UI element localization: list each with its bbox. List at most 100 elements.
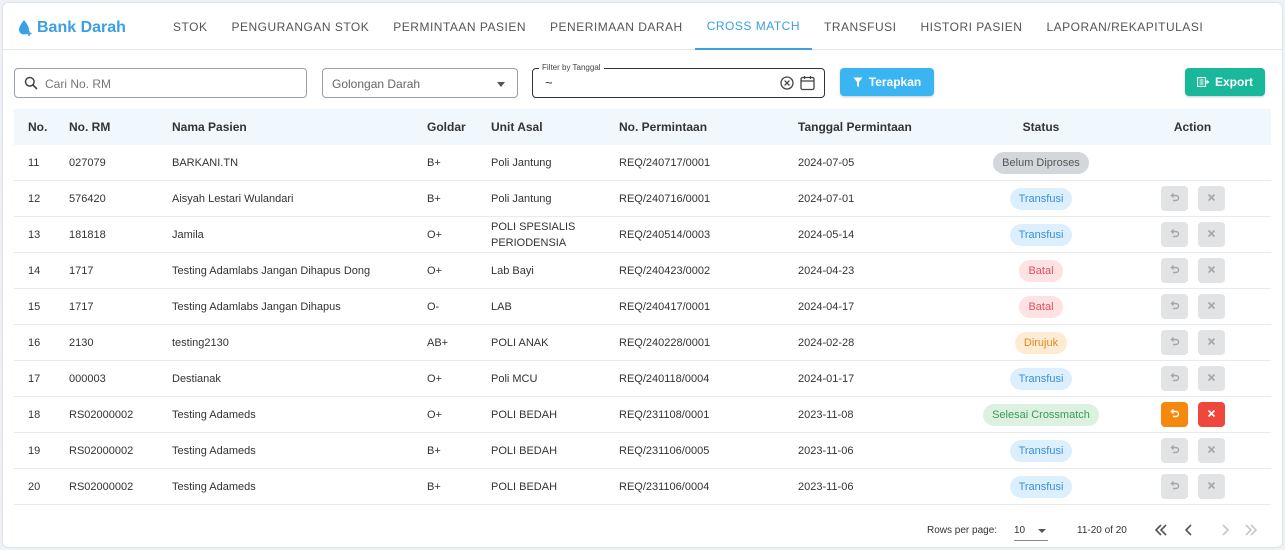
cell-no: 11: [28, 156, 40, 169]
tab-permintaan-pasien[interactable]: PERMINTAAN PASIEN: [381, 3, 538, 50]
pagination: Rows per page: 10 11-20 of 20: [3, 515, 1282, 545]
table-row: 14 1717 Testing Adamlabs Jangan Dihapus Do…: [14, 253, 1271, 289]
undo-button[interactable]: [1160, 402, 1188, 427]
delete-button[interactable]: [1197, 474, 1225, 499]
filter-icon: [853, 77, 863, 87]
cell-no: 18: [28, 408, 41, 421]
undo-button[interactable]: [1160, 294, 1188, 319]
cell-status: Transfusi: [968, 439, 1114, 462]
header-no-rm[interactable]: No. RM: [69, 120, 172, 134]
cell-tanggal-permintaan: 2024-04-23: [798, 264, 855, 277]
undo-button[interactable]: [1160, 258, 1188, 283]
header-tanggal-permintaan[interactable]: Tanggal Permintaan: [798, 120, 968, 134]
cell-goldar: O+: [427, 228, 442, 241]
cell-no-permintaan: REQ/240716/0001: [619, 192, 711, 205]
cell-no-rm: RS02000002: [69, 480, 134, 493]
cell-no: 15: [28, 300, 41, 313]
delete-button[interactable]: [1197, 330, 1225, 355]
delete-button[interactable]: [1197, 222, 1225, 247]
apply-filter-button[interactable]: Terapkan: [840, 68, 934, 96]
app-brand[interactable]: Bank Darah: [17, 19, 126, 37]
table-header: No. No. RM Nama Pasien Goldar Unit Asal …: [14, 109, 1271, 145]
cell-goldar: O-: [427, 300, 440, 313]
cell-goldar: B+: [427, 156, 441, 169]
clear-circle-icon[interactable]: [780, 76, 794, 90]
tab-histori-pasien[interactable]: HISTORI PASIEN: [909, 3, 1035, 50]
delete-button[interactable]: [1197, 438, 1225, 463]
tab-cross-match[interactable]: CROSS MATCH: [694, 3, 812, 50]
status-badge: Transfusi: [1009, 367, 1073, 390]
undo-button[interactable]: [1160, 438, 1188, 463]
previous-page-icon[interactable]: [1181, 522, 1197, 538]
cell-tanggal-permintaan: 2023-11-06: [798, 444, 854, 457]
undo-icon: [1169, 264, 1180, 278]
status-badge: Transfusi: [1009, 475, 1073, 498]
undo-button[interactable]: [1160, 474, 1188, 499]
rows-per-page-value: 10: [1014, 525, 1026, 536]
next-page-icon[interactable]: [1217, 522, 1233, 538]
undo-button[interactable]: [1160, 330, 1188, 355]
last-page-icon[interactable]: [1243, 522, 1259, 538]
golongan-darah-select[interactable]: Golongan Darah: [322, 68, 518, 98]
export-button[interactable]: Export: [1185, 68, 1265, 96]
header-status[interactable]: Status: [968, 120, 1114, 134]
cell-no-permintaan: REQ/231106/0005: [619, 444, 710, 457]
cell-no-rm: 1717: [69, 264, 94, 277]
undo-icon: [1169, 192, 1180, 206]
cell-no-permintaan: REQ/231108/0001: [619, 408, 710, 421]
header-nama-pasien[interactable]: Nama Pasien: [172, 120, 427, 134]
cell-tanggal-permintaan: 2024-04-17: [798, 300, 855, 313]
cell-nama-pasien: Testing Adameds: [172, 408, 256, 421]
tab-transfusi[interactable]: TRANSFUSI: [812, 3, 909, 50]
tab-stok[interactable]: STOK: [161, 3, 219, 50]
table-row: 19 RS02000002 Testing Adameds B+ POLI BEDAH R…: [14, 433, 1271, 469]
cell-goldar: B+: [427, 444, 441, 457]
undo-button[interactable]: [1160, 186, 1188, 211]
search-icon: [24, 76, 38, 90]
delete-button[interactable]: [1197, 294, 1225, 319]
header-no[interactable]: No.: [14, 120, 69, 134]
tab-pengurangan-stok[interactable]: PENGURANGAN STOK: [219, 3, 381, 50]
blood-drop-icon: [19, 20, 32, 36]
delete-button[interactable]: [1197, 366, 1225, 391]
rows-per-page-select[interactable]: 10: [1014, 521, 1048, 541]
status-badge: Belum Diproses: [993, 151, 1089, 174]
cell-no-rm: 576420: [69, 192, 106, 205]
delete-button[interactable]: [1197, 258, 1225, 283]
app-title: Bank Darah: [37, 19, 126, 36]
cell-action: [1114, 402, 1271, 427]
close-icon: [1207, 481, 1216, 493]
tab-laporan-rekapitulasi[interactable]: LAPORAN/REKAPITULASI: [1034, 3, 1215, 50]
table-body: 11 027079 BARKANI.TN B+ Poli Jantung REQ/2407…: [14, 145, 1271, 505]
table-row: 20 RS02000002 Testing Adameds B+ POLI BEDAH R…: [14, 469, 1271, 505]
date-filter-value: ~: [545, 75, 553, 90]
cell-no-rm: 2130: [69, 336, 94, 349]
undo-button[interactable]: [1160, 222, 1188, 247]
cell-no-rm: 027079: [69, 156, 106, 169]
status-badge: Batal: [1019, 295, 1063, 318]
close-icon: [1207, 409, 1216, 421]
cell-no: 16: [28, 336, 41, 349]
close-icon: [1207, 193, 1216, 205]
header-no-permintaan[interactable]: No. Permintaan: [619, 120, 798, 134]
header-unit-asal[interactable]: Unit Asal: [491, 119, 619, 135]
calendar-icon[interactable]: [800, 75, 815, 91]
cell-nama-pasien: Aisyah Lestari Wulandari: [172, 192, 294, 205]
undo-icon: [1169, 480, 1180, 494]
cell-action: [1114, 186, 1271, 211]
undo-button[interactable]: [1160, 366, 1188, 391]
search-input[interactable]: Cari No. RM: [14, 68, 307, 98]
close-icon: [1207, 265, 1216, 277]
search-placeholder: Cari No. RM: [45, 77, 112, 91]
date-filter-field[interactable]: Filter by Tanggal ~: [532, 63, 825, 98]
header-goldar[interactable]: Goldar: [427, 120, 491, 134]
cell-nama-pasien: Testing Adamlabs Jangan Dihapus Dong: [172, 264, 371, 277]
first-page-icon[interactable]: [1153, 522, 1169, 538]
cell-unit-asal: POLI BEDAH: [491, 408, 558, 421]
delete-button[interactable]: [1197, 402, 1225, 427]
cell-unit-asal: LAB: [491, 300, 512, 313]
delete-button[interactable]: [1197, 186, 1225, 211]
cell-no-permintaan: REQ/240228/0001: [619, 336, 711, 349]
tab-penerimaan-darah[interactable]: PENERIMAAN DARAH: [538, 3, 695, 50]
cell-no: 12: [28, 192, 41, 205]
